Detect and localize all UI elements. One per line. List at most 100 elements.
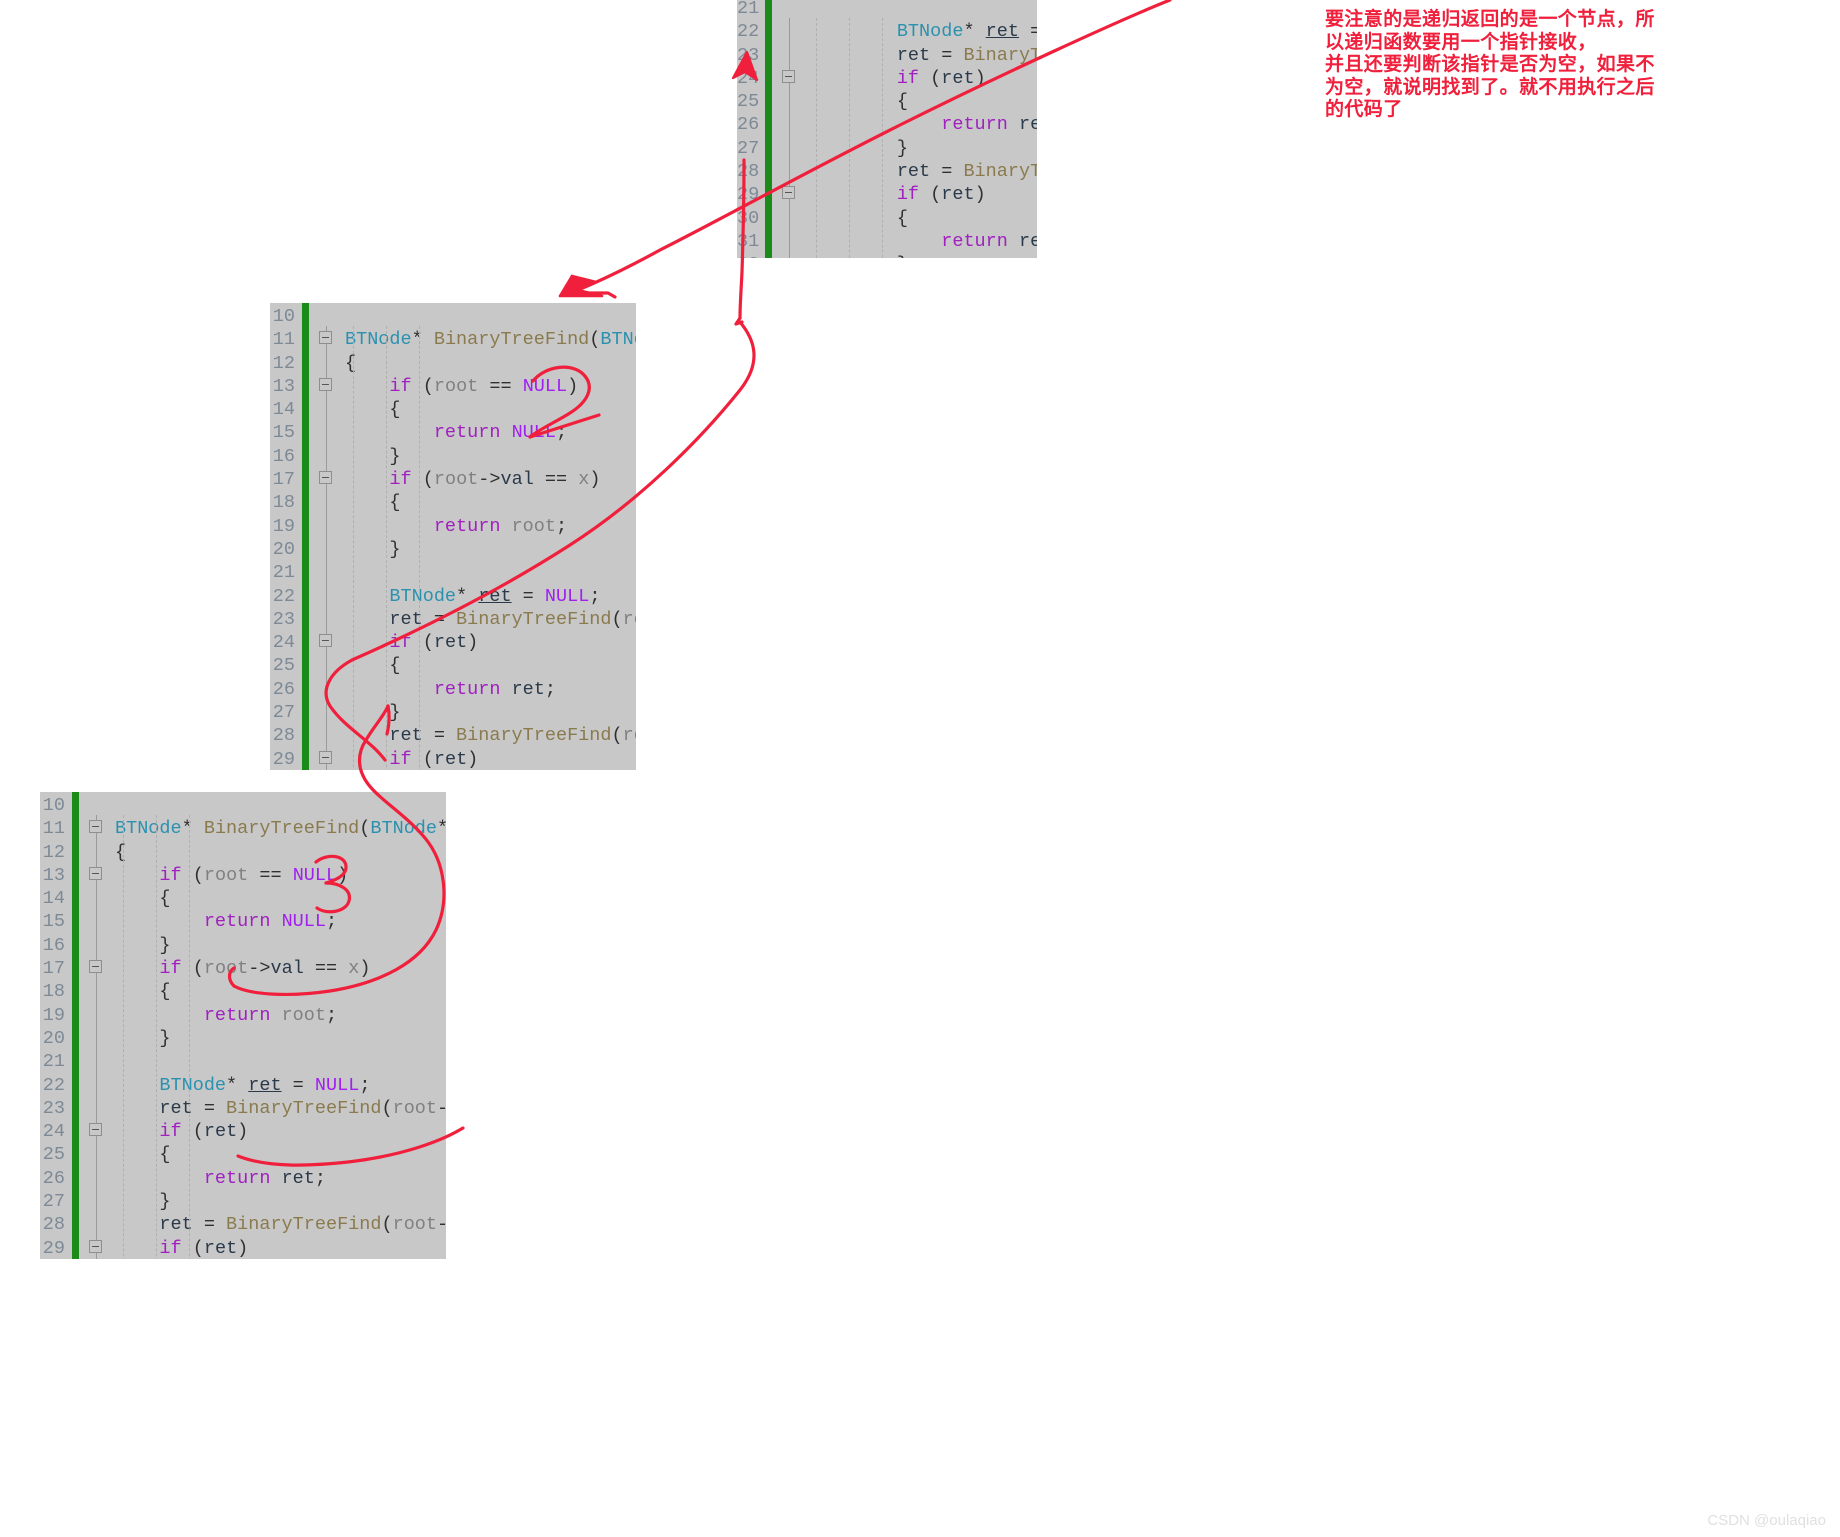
- code-line[interactable]: [345, 561, 636, 584]
- code-line[interactable]: {: [808, 90, 1037, 113]
- code-line[interactable]: if (ret): [345, 748, 636, 770]
- line-number: 23: [42, 1097, 65, 1119]
- line-number: 23: [272, 608, 295, 630]
- code-line[interactable]: BTNode* BinaryTreeFind(BTNode* root, int…: [345, 328, 636, 351]
- code-line[interactable]: {: [808, 207, 1037, 230]
- line-number: 19: [272, 515, 295, 537]
- code-panel-middle[interactable]: 10 11 12 13 14 15 16 17 18 19 20 21 22 23 24 25 26 27 28 29…: [270, 303, 636, 770]
- code-token: (: [411, 632, 434, 654]
- code-token: *: [456, 585, 479, 607]
- code-line[interactable]: if (ret): [115, 1120, 446, 1143]
- line-number: 12: [272, 352, 295, 374]
- code-line[interactable]: }: [808, 137, 1037, 160]
- code-token: ret: [478, 585, 512, 607]
- fold-collapse-icon[interactable]: [89, 820, 102, 834]
- fold-collapse-icon[interactable]: [319, 377, 332, 391]
- code-line[interactable]: if (ret): [115, 1237, 446, 1259]
- code-line[interactable]: if (ret): [808, 183, 1037, 206]
- code-line[interactable]: [115, 794, 446, 817]
- code-line[interactable]: }: [345, 701, 636, 724]
- fold-guide-line: [789, 18, 790, 258]
- code-line[interactable]: if (root->val == x): [115, 957, 446, 980]
- code-line[interactable]: {: [115, 841, 446, 864]
- code-line[interactable]: return NULL;: [345, 421, 636, 444]
- code-line[interactable]: if (ret): [345, 631, 636, 654]
- code-token: ;: [555, 422, 568, 444]
- code-line[interactable]: {: [345, 654, 636, 677]
- code-line[interactable]: return NULL;: [115, 910, 446, 933]
- code-line[interactable]: }: [345, 538, 636, 561]
- fold-column[interactable]: [79, 792, 115, 1259]
- fold-column[interactable]: [309, 303, 345, 770]
- fold-collapse-icon[interactable]: [319, 471, 332, 485]
- fold-collapse-icon[interactable]: [319, 750, 332, 764]
- code-line[interactable]: [115, 1050, 446, 1073]
- code-line[interactable]: ret = BinaryTreeFind(root->left, x);: [115, 1097, 446, 1120]
- code-line[interactable]: ret = BinaryTreeFind(root->right, x);: [345, 724, 636, 747]
- code-line[interactable]: {: [115, 980, 446, 1003]
- fold-collapse-icon[interactable]: [782, 69, 795, 83]
- code-line[interactable]: }: [808, 253, 1037, 258]
- code-token: return: [433, 422, 501, 444]
- code-line[interactable]: }: [345, 445, 636, 468]
- code-token: if: [389, 469, 412, 491]
- code-line[interactable]: }: [115, 1190, 446, 1213]
- code-line[interactable]: if (ret): [808, 67, 1037, 90]
- code-line[interactable]: ret = BinaryTreeFind(root->right, x);: [115, 1213, 446, 1236]
- code-line[interactable]: {: [115, 1143, 446, 1166]
- code-token: }: [808, 137, 908, 159]
- code-line[interactable]: BTNode* ret = NULL;: [808, 20, 1037, 43]
- code-line[interactable]: BTNode* ret = NULL;: [345, 585, 636, 608]
- code-token: x: [348, 958, 360, 980]
- fold-collapse-icon[interactable]: [89, 1123, 102, 1137]
- fold-collapse-icon[interactable]: [319, 331, 332, 345]
- code-line[interactable]: BTNode* BinaryTreeFind(BTNode* root, int…: [115, 817, 446, 840]
- line-number: 11: [42, 818, 65, 840]
- code-line[interactable]: if (root->val == x): [345, 468, 636, 491]
- code-token: root: [511, 515, 556, 537]
- code-line[interactable]: return ret;: [808, 113, 1037, 136]
- code-line[interactable]: ret = BinaryTreeFind(root->right, x);: [808, 160, 1037, 183]
- code-line[interactable]: {: [345, 352, 636, 375]
- fold-collapse-icon[interactable]: [89, 1239, 102, 1253]
- code-token: ret: [159, 1214, 193, 1236]
- code-token: root: [622, 608, 636, 630]
- line-number: 24: [42, 1121, 65, 1143]
- code-line[interactable]: [345, 305, 636, 328]
- fold-collapse-icon[interactable]: [89, 866, 102, 880]
- code-text[interactable]: BTNode* BinaryTreeFind(BTNode* root, int…: [345, 303, 636, 770]
- code-token: =: [192, 1214, 227, 1236]
- code-line[interactable]: {: [345, 398, 636, 421]
- code-line[interactable]: return root;: [115, 1004, 446, 1027]
- fold-collapse-icon[interactable]: [89, 960, 102, 974]
- code-token: ret: [1018, 230, 1037, 252]
- code-line[interactable]: {: [345, 491, 636, 514]
- line-number: 22: [737, 21, 760, 43]
- fold-collapse-icon[interactable]: [782, 186, 795, 200]
- code-line[interactable]: if (root == NULL): [115, 864, 446, 887]
- code-line[interactable]: return root;: [345, 515, 636, 538]
- code-line[interactable]: }: [115, 1027, 446, 1050]
- code-line[interactable]: if (root == NULL): [345, 375, 636, 398]
- fold-collapse-icon[interactable]: [319, 634, 332, 648]
- code-token: NULL: [292, 864, 338, 886]
- code-line[interactable]: }: [115, 934, 446, 957]
- code-line[interactable]: {: [115, 887, 446, 910]
- code-panel-bottom[interactable]: 10 11 12 13 14 15 16 17 18 19 20 21 22 23 24 25 26 27 28 29…: [40, 792, 446, 1259]
- code-line[interactable]: ret = BinaryTreeFind(root->left, x);: [808, 44, 1037, 67]
- code-line[interactable]: return ret;: [115, 1167, 446, 1190]
- code-line[interactable]: return ret;: [808, 230, 1037, 253]
- code-text[interactable]: BTNode* ret = NULL; ret = BinaryTreeFind…: [808, 0, 1037, 258]
- fold-column[interactable]: [772, 0, 808, 258]
- code-line[interactable]: [808, 0, 1037, 20]
- code-token: if: [159, 1237, 182, 1259]
- code-token: ): [359, 958, 371, 980]
- code-text[interactable]: BTNode* BinaryTreeFind(BTNode* root, int…: [115, 792, 446, 1259]
- code-line[interactable]: BTNode* ret = NULL;: [115, 1074, 446, 1097]
- code-panel-top[interactable]: 2122232425262728293031323334 BTNode* ret…: [737, 0, 1037, 258]
- code-line[interactable]: ret = BinaryTreeFind(root->left, x);: [345, 608, 636, 631]
- code-line[interactable]: return ret;: [345, 678, 636, 701]
